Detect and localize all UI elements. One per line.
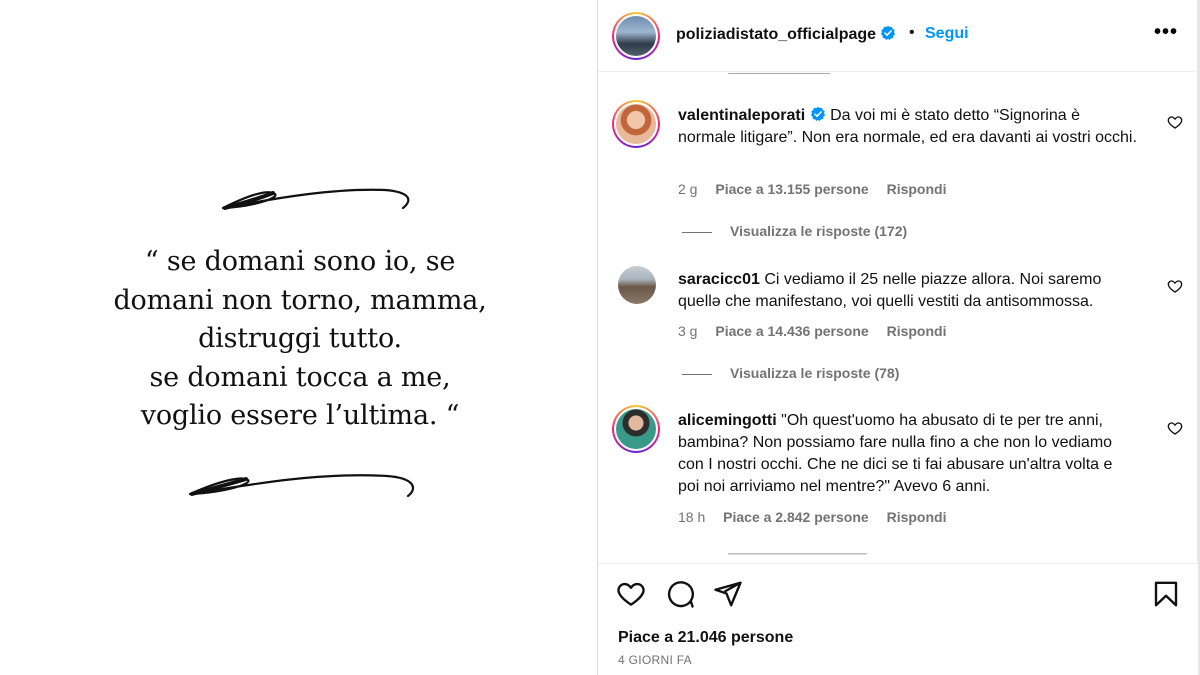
post-actions: Piace a 21.046 persone 4 GIORNI FA xyxy=(598,563,1198,675)
quote-line: domani non torno, mamma, xyxy=(113,284,487,316)
comments-panel: poliziadistato_officialpage • Segui ••• … xyxy=(597,0,1200,675)
send-icon[interactable] xyxy=(713,579,743,609)
like-comment-heart-icon[interactable] xyxy=(1167,114,1183,130)
reply-button[interactable]: Rispondi xyxy=(887,509,947,525)
reply-button[interactable]: Rispondi xyxy=(887,323,947,339)
like-comment-heart-icon[interactable] xyxy=(1167,420,1183,436)
verified-badge-icon xyxy=(881,25,896,40)
scrolled-comment-fragment: ──────────── xyxy=(728,72,831,80)
account-avatar[interactable] xyxy=(612,12,660,60)
follow-button[interactable]: Segui xyxy=(925,25,969,43)
commenter-avatar[interactable] xyxy=(612,405,660,453)
post-image[interactable]: “ se domani sono io, se domani non torno… xyxy=(0,0,597,675)
post-likes-count[interactable]: Piace a 21.046 persone xyxy=(618,629,793,647)
post-timestamp[interactable]: 4 GIORNI FA xyxy=(618,653,692,667)
account-username-text: poliziadistato_officialpage xyxy=(676,26,877,43)
reply-button[interactable]: Rispondi xyxy=(887,181,947,197)
commenter-avatar[interactable] xyxy=(612,100,660,148)
comment-time: 18 h xyxy=(678,509,706,525)
comment-text: alicemingotti "Oh quest'uomo ha abusato … xyxy=(678,410,1138,498)
comment-icon[interactable] xyxy=(665,579,695,609)
comment-time: 2 g xyxy=(678,181,698,197)
commenter-avatar[interactable] xyxy=(618,266,656,304)
more-options-icon[interactable]: ••• xyxy=(1154,21,1178,44)
comment-text: saracicc01 Ci vediamo il 25 nelle piazze… xyxy=(678,269,1138,313)
comment-username[interactable]: valentinaleporati xyxy=(678,107,805,124)
quote-line: distruggi tutto. xyxy=(198,323,402,354)
comment-time: 3 g xyxy=(678,323,698,339)
post-header: poliziadistato_officialpage • Segui ••• xyxy=(598,0,1198,72)
scrolled-replies-fragment: ────────────── xyxy=(728,552,867,560)
quote-line: “ se domani sono io, se xyxy=(144,246,456,277)
quote-line: se domani tocca a me, xyxy=(149,361,451,393)
view-replies-button[interactable]: Visualizza le risposte (172) xyxy=(682,223,907,239)
comment-text: valentinaleporati Da voi mi è stato dett… xyxy=(678,105,1138,149)
comment-likes[interactable]: Piace a 13.155 persone xyxy=(715,181,868,197)
comment-meta: 2 g Piace a 13.155 persone Rispondi xyxy=(678,181,960,197)
top-swash-decoration xyxy=(221,188,410,210)
comment-likes[interactable]: Piace a 2.842 persone xyxy=(723,509,869,525)
quote-line: voglio essere l’ultima. “ xyxy=(140,400,460,431)
replies-line xyxy=(682,373,712,375)
heart-icon[interactable] xyxy=(616,579,646,609)
separator-dot: • xyxy=(909,24,915,41)
comment-meta: 3 g Piace a 14.436 persone Rispondi xyxy=(678,323,960,339)
view-replies-label: Visualizza le risposte (78) xyxy=(730,365,900,381)
post-quote: “ se domani sono io, se domani non torno… xyxy=(60,243,540,436)
verified-badge-icon xyxy=(810,106,825,121)
replies-line xyxy=(682,231,712,233)
account-username[interactable]: poliziadistato_officialpage xyxy=(676,25,896,44)
bottom-swash-decoration xyxy=(188,474,414,498)
like-comment-heart-icon[interactable] xyxy=(1167,278,1183,294)
bookmark-icon[interactable] xyxy=(1151,579,1181,609)
comment-username[interactable]: saracicc01 xyxy=(678,271,760,288)
comment-username[interactable]: alicemingotti xyxy=(678,412,777,429)
view-replies-label: Visualizza le risposte (172) xyxy=(730,223,908,239)
view-replies-button[interactable]: Visualizza le risposte (78) xyxy=(682,365,899,381)
comment-meta: 18 h Piace a 2.842 persone Rispondi xyxy=(678,509,960,525)
comment-likes[interactable]: Piace a 14.436 persone xyxy=(715,323,868,339)
